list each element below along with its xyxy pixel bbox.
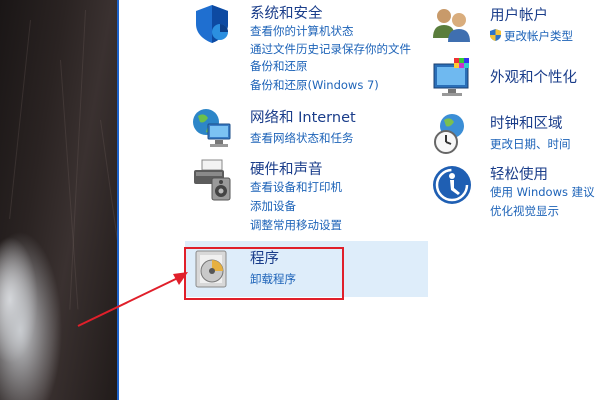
category-title[interactable]: 系统和安全 xyxy=(250,2,323,23)
category-title[interactable]: 用户帐户 xyxy=(490,4,548,25)
users-icon xyxy=(433,9,470,42)
category-title[interactable]: 时钟和区域 xyxy=(490,112,563,133)
link-devices-printers[interactable]: 查看设备和打印机 xyxy=(250,179,342,195)
link-mobility-settings[interactable]: 调整常用移动设置 xyxy=(250,217,342,233)
category-title[interactable]: 硬件和声音 xyxy=(250,158,323,179)
link-change-date-time[interactable]: 更改日期、时间 xyxy=(490,136,571,152)
ease-of-access-icon xyxy=(433,166,471,204)
clock-globe-icon xyxy=(434,114,464,154)
printer-speaker-icon xyxy=(194,159,231,201)
network-globe-icon xyxy=(193,109,231,147)
link-view-computer-status[interactable]: 查看你的计算机状态 xyxy=(250,23,354,39)
link-add-device[interactable]: 添加设备 xyxy=(250,198,296,214)
link-file-history[interactable]: 通过文件历史记录保存你的文件 xyxy=(250,41,411,57)
uac-shield-icon xyxy=(490,29,501,41)
shield-icon xyxy=(196,5,228,43)
category-title[interactable]: 网络和 Internet xyxy=(250,106,356,127)
link-backup-restore-win7[interactable]: 备份和还原(Windows 7) xyxy=(250,77,379,93)
link-windows-suggestions[interactable]: 使用 Windows 建议 xyxy=(490,184,595,200)
annotation-arrow xyxy=(77,272,188,327)
link-change-account-type[interactable]: 更改帐户类型 xyxy=(490,28,573,44)
appearance-monitor-icon xyxy=(433,58,469,96)
link-network-status[interactable]: 查看网络状态和任务 xyxy=(250,130,354,146)
link-optimize-display[interactable]: 优化视觉显示 xyxy=(490,203,559,219)
category-title[interactable]: 轻松使用 xyxy=(490,163,548,184)
background-photo xyxy=(0,0,138,400)
link-backup-restore[interactable]: 备份和还原 xyxy=(250,58,308,74)
category-title[interactable]: 外观和个性化 xyxy=(490,66,577,87)
annotation-box xyxy=(184,247,344,300)
link-label[interactable]: 更改帐户类型 xyxy=(504,29,573,43)
